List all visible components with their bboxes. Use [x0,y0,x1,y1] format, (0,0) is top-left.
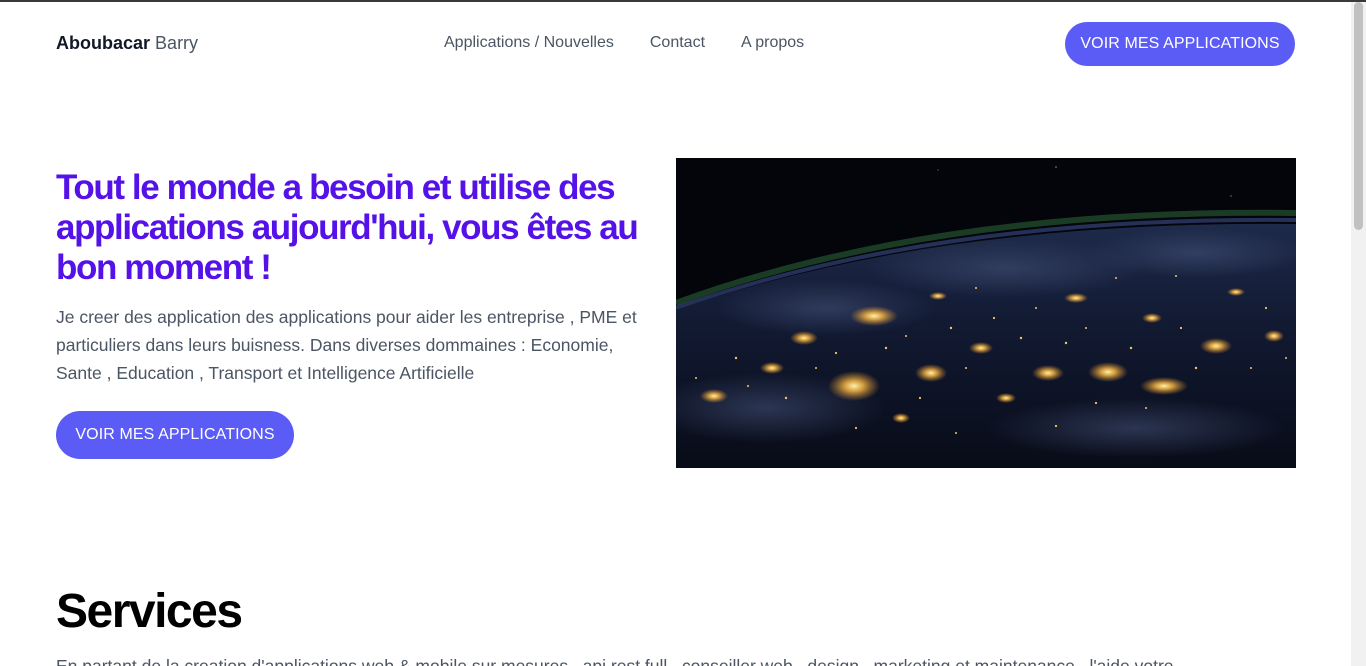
page: Aboubacar Barry Applications / Nouvelles… [0,2,1351,666]
nav-link-applications[interactable]: Applications / Nouvelles [444,34,614,52]
hero-description: Je creer des application des application… [56,307,637,383]
brand-first-name: Aboubacar [56,33,151,53]
hero-view-apps-button[interactable]: VOIR MES APPLICATIONS [56,411,294,459]
nav-view-apps-button[interactable]: VOIR MES APPLICATIONS [1065,22,1295,66]
nav-link-about[interactable]: A propos [741,34,804,52]
top-navigation: Aboubacar Barry Applications / Nouvelles… [0,2,1351,86]
nav-links: Applications / Nouvelles Contact A propo… [444,34,804,52]
vertical-scrollbar[interactable] [1351,2,1366,666]
earth-at-night-image [676,158,1296,468]
services-title: Services [56,585,243,638]
nav-link-contact[interactable]: Contact [650,34,705,52]
hero-title: Tout le monde a besoin et utilise des ap… [56,168,639,287]
brand-last-name: Barry [155,33,199,53]
brand-logo[interactable]: Aboubacar Barry [56,33,198,54]
scrollbar-thumb[interactable] [1354,2,1363,230]
services-description: En partant de la creation d'applications… [56,656,1174,666]
